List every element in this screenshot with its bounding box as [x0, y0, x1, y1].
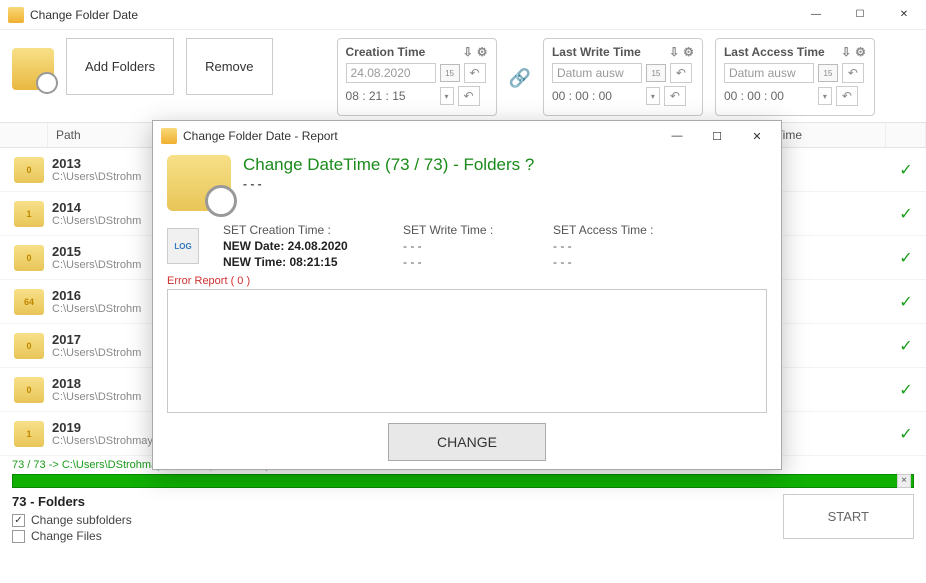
error-report-box[interactable] — [167, 289, 767, 413]
start-button[interactable]: START — [783, 494, 914, 539]
chevron-down-icon[interactable]: ▾ — [646, 87, 660, 105]
check-icon: ✓ — [886, 292, 926, 312]
change-button[interactable]: CHANGE — [388, 423, 546, 461]
close-button[interactable]: ✕ — [882, 0, 926, 30]
dialog-heading: Change DateTime (73 / 73) - Folders ? — [243, 155, 534, 175]
folder-icon: 0 — [14, 333, 44, 359]
new-time-value: NEW Time: 08:21:15 — [223, 255, 393, 269]
link-icon[interactable]: 🔗 — [509, 68, 531, 89]
dialog-maximize-button[interactable]: ☐ — [697, 122, 737, 150]
calendar-icon[interactable]: 15 — [440, 64, 460, 82]
new-date-value: NEW Date: 24.08.2020 — [223, 239, 393, 253]
dialog-titlebar: Change Folder Date - Report — ☐ ✕ — [153, 121, 781, 151]
creation-time-label: Creation Time — [346, 45, 426, 59]
app-icon — [161, 128, 177, 144]
creation-time-value: 08 : 21 : 15 — [346, 89, 436, 103]
folder-icon: 0 — [14, 245, 44, 271]
check-icon: ✓ — [886, 380, 926, 400]
calendar-icon[interactable]: 15 — [818, 64, 838, 82]
folder-icon: 1 — [14, 421, 44, 447]
folder-icon: 1 — [14, 201, 44, 227]
chevron-down-icon[interactable]: ▾ — [440, 87, 454, 105]
summary-text: 73 - Folders — [12, 494, 763, 509]
toolbar: Add Folders Remove Creation Time ⇩ ⚙ 15 ↶ … — [0, 30, 926, 122]
undo-icon[interactable]: ↶ — [464, 63, 486, 83]
app-icon — [8, 7, 24, 23]
folder-icon: 64 — [14, 289, 44, 315]
folder-icon — [12, 48, 54, 90]
check-icon: ✓ — [886, 336, 926, 356]
gear-icon[interactable]: ⚙ — [855, 45, 866, 59]
undo-icon[interactable]: ↶ — [458, 86, 480, 106]
set-access-label: SET Access Time : — [553, 223, 693, 237]
window-title: Change Folder Date — [30, 8, 138, 22]
change-subfolders-checkbox[interactable]: ✓Change subfolders — [12, 513, 763, 527]
creation-date-input[interactable] — [346, 63, 436, 83]
write-time-label: Last Write Time — [552, 45, 641, 59]
download-icon[interactable]: ⇩ — [669, 45, 679, 59]
set-creation-label: SET Creation Time : — [223, 223, 393, 237]
access-date-value: - - - — [553, 239, 693, 253]
chevron-down-icon[interactable]: ▾ — [818, 87, 832, 105]
folder-clock-icon — [167, 155, 231, 211]
bottom-panel: 73 - Folders ✓Change subfolders Change F… — [0, 488, 926, 553]
undo-icon[interactable]: ↶ — [836, 86, 858, 106]
write-time-value: 00 : 00 : 00 — [552, 89, 642, 103]
folder-icon: 0 — [14, 157, 44, 183]
check-icon: ✓ — [886, 160, 926, 180]
set-write-label: SET Write Time : — [403, 223, 543, 237]
folder-icon: 0 — [14, 377, 44, 403]
creation-time-group: Creation Time ⇩ ⚙ 15 ↶ 08 : 21 : 15 ▾ ↶ — [337, 38, 497, 116]
error-report-label: Error Report ( 0 ) — [167, 275, 767, 287]
access-time-label: Last Access Time — [724, 45, 825, 59]
remove-button[interactable]: Remove — [186, 38, 272, 95]
undo-icon[interactable]: ↶ — [664, 86, 686, 106]
titlebar: Change Folder Date — ☐ ✕ — [0, 0, 926, 30]
dialog-title: Change Folder Date - Report — [183, 129, 338, 143]
calendar-icon[interactable]: 15 — [646, 64, 666, 82]
access-date-input[interactable] — [724, 63, 814, 83]
undo-icon[interactable]: ↶ — [842, 63, 864, 83]
download-icon[interactable]: ⇩ — [463, 45, 473, 59]
write-date-value: - - - — [403, 239, 543, 253]
maximize-button[interactable]: ☐ — [838, 0, 882, 30]
change-files-checkbox[interactable]: Change Files — [12, 529, 763, 543]
check-icon: ✓ — [886, 204, 926, 224]
access-time-value: 00 : 00 : 00 — [724, 89, 814, 103]
check-icon: ✓ — [886, 424, 926, 444]
check-icon: ✓ — [886, 248, 926, 268]
gear-icon[interactable]: ⚙ — [683, 45, 694, 59]
dialog-close-button[interactable]: ✕ — [737, 122, 777, 150]
undo-icon[interactable]: ↶ — [670, 63, 692, 83]
write-time-dash: - - - — [403, 255, 543, 269]
dialog-subheading: - - - — [243, 177, 534, 191]
access-time-dash: - - - — [553, 255, 693, 269]
gear-icon[interactable]: ⚙ — [477, 45, 488, 59]
write-date-input[interactable] — [552, 63, 642, 83]
dialog-minimize-button[interactable]: — — [657, 122, 697, 150]
add-folders-button[interactable]: Add Folders — [66, 38, 174, 95]
write-time-group: Last Write Time ⇩ ⚙ 15 ↶ 00 : 00 : 00 ▾ ↶ — [543, 38, 703, 116]
access-time-group: Last Access Time ⇩ ⚙ 15 ↶ 00 : 00 : 00 ▾ ↶ — [715, 38, 875, 116]
log-icon: LOG — [167, 228, 199, 264]
progress-close-icon[interactable]: × — [897, 474, 911, 488]
minimize-button[interactable]: — — [794, 0, 838, 30]
report-dialog: Change Folder Date - Report — ☐ ✕ Change… — [152, 120, 782, 470]
download-icon[interactable]: ⇩ — [841, 45, 851, 59]
progress-bar: × — [12, 474, 914, 488]
